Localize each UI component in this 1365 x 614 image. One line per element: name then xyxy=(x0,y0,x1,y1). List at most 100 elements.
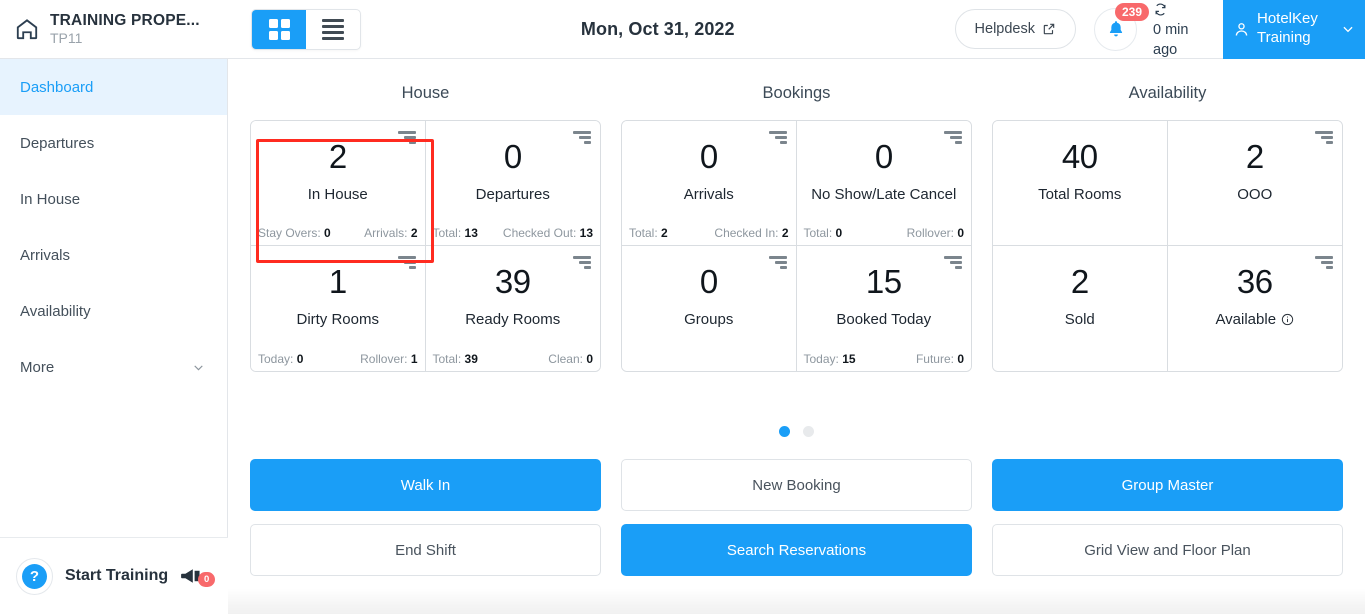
sidebar-item-departures[interactable]: Departures xyxy=(0,115,227,171)
pagination-dot-1[interactable] xyxy=(779,426,790,437)
stat-footer-left: Today: 0 xyxy=(258,352,304,366)
sidebar-item-dashboard[interactable]: Dashboard xyxy=(0,59,227,115)
stat-value: 2 xyxy=(328,138,347,175)
stat-footer-right: Future: 0 xyxy=(915,352,964,366)
current-date: Mon, Oct 31, 2022 xyxy=(580,18,735,39)
stat-footer: Today: 15 Future: 0 xyxy=(797,352,972,371)
sort-descending-icon[interactable] xyxy=(397,131,416,144)
stat-label: Total Rooms xyxy=(1038,186,1122,203)
help-button[interactable]: ? xyxy=(16,557,53,595)
stat-value: 39 xyxy=(494,263,531,300)
stat-card-sold[interactable]: 2 Sold xyxy=(993,246,1168,371)
action-buttons: Walk In New Booking Group Master End Shi… xyxy=(228,459,1365,576)
action-row-1: Walk In New Booking Group Master xyxy=(250,459,1343,511)
grid-icon xyxy=(268,18,290,40)
chevron-down-icon xyxy=(1343,26,1353,33)
sync-status: 0 min ago xyxy=(1153,0,1215,60)
start-training-bar[interactable]: ? Start Training 0 xyxy=(0,537,228,614)
column-bookings: Bookings 0 Arrivals Total: 2 Checked In:… xyxy=(621,59,972,372)
announcements-badge: 0 xyxy=(198,572,216,587)
sort-descending-icon[interactable] xyxy=(573,256,591,269)
stat-footer-left: Stay Overs: 0 xyxy=(258,226,331,240)
refresh-icon xyxy=(1155,3,1166,16)
info-icon[interactable] xyxy=(1281,313,1294,326)
list-view-button[interactable] xyxy=(306,10,360,49)
stat-value: 0 xyxy=(699,138,718,175)
house-card-grid: 2 In House Stay Overs: 0 Arrivals: 2 0 D… xyxy=(250,120,601,372)
stat-label: OOO xyxy=(1237,186,1273,203)
sidebar-item-more[interactable]: More xyxy=(0,339,227,395)
stat-footer: Total: 13 Checked Out: 13 xyxy=(426,226,601,245)
sort-descending-icon[interactable] xyxy=(944,131,962,144)
stat-card-dirty-rooms[interactable]: 1 Dirty Rooms Today: 0 Rollover: 1 xyxy=(251,246,426,371)
external-link-icon xyxy=(1043,23,1055,35)
stat-value: 2 xyxy=(1070,263,1089,300)
stat-card-arrivals[interactable]: 0 Arrivals Total: 2 Checked In: 2 xyxy=(622,121,797,246)
walk-in-button[interactable]: Walk In xyxy=(250,459,601,511)
new-booking-button[interactable]: New Booking xyxy=(621,459,972,511)
stat-value: 1 xyxy=(328,263,347,300)
stat-card-in-house[interactable]: 2 In House Stay Overs: 0 Arrivals: 2 xyxy=(251,121,426,246)
end-shift-button[interactable]: End Shift xyxy=(250,524,601,576)
stat-value: 36 xyxy=(1236,263,1273,300)
sort-descending-icon[interactable] xyxy=(768,256,787,269)
stat-label: Booked Today xyxy=(836,311,932,328)
pagination-dots[interactable] xyxy=(228,426,1365,437)
sidebar-item-label: More xyxy=(20,358,55,376)
stat-card-ooo[interactable]: 2 OOO xyxy=(1167,121,1342,246)
stat-card-total-rooms[interactable]: 40 Total Rooms xyxy=(993,121,1168,246)
sort-descending-icon[interactable] xyxy=(1315,131,1333,144)
group-master-button[interactable]: Group Master xyxy=(992,459,1343,511)
column-availability: Availability 40 Total Rooms 2 OOO 2 Sold xyxy=(992,59,1343,372)
stat-card-groups[interactable]: 0 Groups xyxy=(622,246,797,371)
chevron-down-icon xyxy=(194,364,203,371)
stat-card-available[interactable]: 36 Available xyxy=(1167,246,1342,371)
sync-text: 0 min ago xyxy=(1153,21,1189,58)
stat-footer: Total: 2 Checked In: 2 xyxy=(622,226,796,245)
notifications[interactable]: 239 xyxy=(1094,2,1149,51)
sidebar-item-label: Dashboard xyxy=(20,78,94,96)
stat-label-text: Available xyxy=(1215,311,1277,328)
stat-footer-left: Total: 39 xyxy=(432,352,478,366)
bookings-card-grid: 0 Arrivals Total: 2 Checked In: 2 0 No S… xyxy=(621,120,972,372)
stat-footer-right: Rollover: 1 xyxy=(360,352,418,366)
stat-card-booked-today[interactable]: 15 Booked Today Today: 15 Future: 0 xyxy=(796,246,972,371)
sort-descending-icon[interactable] xyxy=(397,256,416,269)
stat-footer-right: Rollover: 0 xyxy=(906,226,964,240)
sidebar-item-availability[interactable]: Availability xyxy=(0,283,227,339)
sidebar-item-label: Availability xyxy=(20,302,91,320)
view-toggle[interactable] xyxy=(251,8,361,50)
search-reservations-button[interactable]: Search Reservations xyxy=(621,524,972,576)
sort-descending-icon[interactable] xyxy=(573,131,591,144)
stat-label: Available xyxy=(1215,311,1294,328)
notification-badge: 239 xyxy=(1114,2,1149,21)
sort-descending-icon[interactable] xyxy=(944,256,962,269)
stat-value: 0 xyxy=(874,138,893,175)
stat-card-ready-rooms[interactable]: 39 Ready Rooms Total: 39 Clean: 0 xyxy=(425,246,601,371)
availability-card-grid: 40 Total Rooms 2 OOO 2 Sold 36 Available xyxy=(992,120,1343,372)
carousel-controls: Walk In New Booking Group Master End Shi… xyxy=(228,404,1365,589)
sort-descending-icon[interactable] xyxy=(1315,256,1333,269)
stat-card-no-show-late-cancel[interactable]: 0 No Show/Late Cancel Total: 0 Rollover:… xyxy=(796,121,971,246)
stat-footer: Total: 39 Clean: 0 xyxy=(426,352,601,371)
stat-value: 2 xyxy=(1245,138,1264,175)
helpdesk-button[interactable]: Helpdesk xyxy=(954,9,1076,49)
user-menu[interactable]: HotelKey Training xyxy=(1223,0,1365,59)
grid-view-button[interactable] xyxy=(252,9,306,49)
sidebar-item-in-house[interactable]: In House xyxy=(0,171,227,227)
stat-label: Ready Rooms xyxy=(465,311,561,328)
user-name: HotelKey Training xyxy=(1257,10,1318,46)
stat-columns: House 2 In House Stay Overs: 0 Arrivals:… xyxy=(228,59,1365,372)
sort-descending-icon[interactable] xyxy=(768,131,787,144)
stat-label: Dirty Rooms xyxy=(296,311,379,328)
sidebar-item-arrivals[interactable]: Arrivals xyxy=(0,227,227,283)
column-title: Bookings xyxy=(762,84,831,102)
announcements[interactable]: 0 xyxy=(180,567,216,587)
stat-card-departures[interactable]: 0 Departures Total: 13 Checked Out: 13 xyxy=(425,121,601,246)
property-name: TRAINING PROPE... xyxy=(50,11,200,29)
stat-label: Arrivals xyxy=(683,186,734,203)
stat-value: 0 xyxy=(503,138,522,175)
grid-view-floor-plan-button[interactable]: Grid View and Floor Plan xyxy=(992,524,1343,576)
date-display: Mon, Oct 31, 2022 xyxy=(361,19,955,40)
pagination-dot-2[interactable] xyxy=(803,426,814,437)
